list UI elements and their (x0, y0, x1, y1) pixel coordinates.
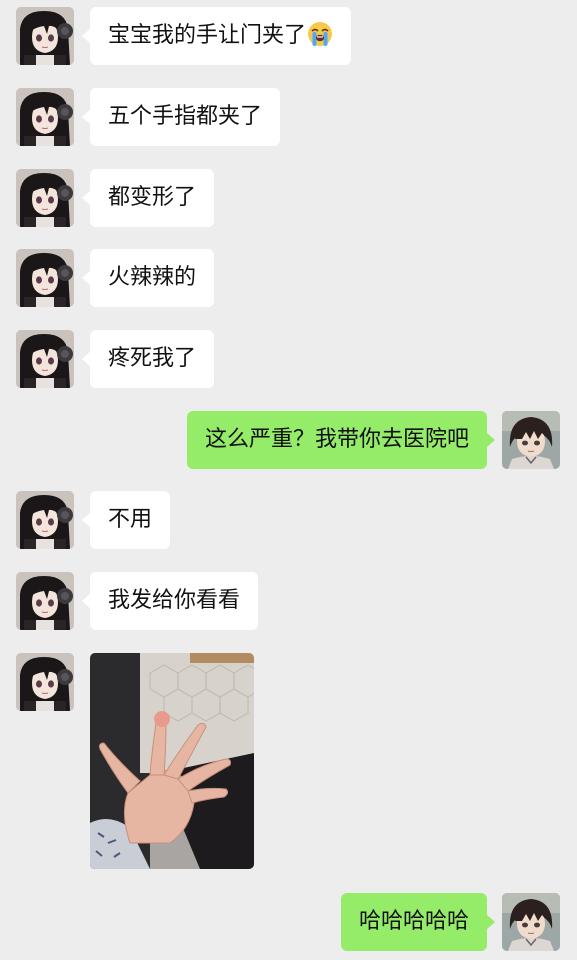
incoming-message-bubble[interactable]: 不用 (81, 491, 171, 549)
girl-avatar-icon (16, 653, 74, 711)
contact-avatar[interactable] (16, 249, 74, 307)
girl-avatar-icon (16, 572, 74, 630)
girl-avatar-icon (16, 88, 74, 146)
boy-avatar-icon (502, 411, 560, 469)
outgoing-message-bubble[interactable]: 哈哈哈哈哈 (340, 893, 496, 951)
message-text: 火辣辣的 (108, 265, 197, 290)
message-text: 都变形了 (108, 185, 197, 210)
my-avatar[interactable] (502, 893, 560, 951)
contact-avatar[interactable] (16, 572, 74, 630)
incoming-message-bubble[interactable]: 疼死我了 (81, 330, 215, 388)
message-text: 五个手指都夹了 (108, 104, 263, 129)
message-text: 我发给你看看 (108, 588, 241, 613)
message-text: 这么严重？我带你去医院吧 (204, 427, 469, 452)
boy-avatar-icon (502, 893, 560, 951)
incoming-message-bubble[interactable]: 五个手指都夹了 (81, 88, 281, 146)
incoming-message-bubble[interactable]: 我发给你看看 (81, 572, 259, 630)
incoming-message-bubble[interactable]: 都变形了 (81, 169, 215, 227)
contact-avatar[interactable] (16, 653, 74, 711)
image-message[interactable] (90, 653, 254, 869)
crying-face-icon (308, 22, 333, 46)
incoming-message-bubble[interactable]: 宝宝我的手让门夹了 (81, 7, 352, 65)
message-text: 宝宝我的手让门夹了 (108, 23, 307, 48)
girl-avatar-icon (16, 169, 74, 227)
incoming-message-bubble[interactable]: 火辣辣的 (81, 249, 215, 307)
girl-avatar-icon (16, 330, 74, 388)
message-text: 疼死我了 (108, 346, 197, 371)
contact-avatar[interactable] (16, 88, 74, 146)
contact-avatar[interactable] (16, 7, 74, 65)
my-avatar[interactable] (502, 411, 560, 469)
contact-avatar[interactable] (16, 491, 74, 549)
contact-avatar[interactable] (16, 330, 74, 388)
message-text: 不用 (108, 507, 153, 532)
chat-window: 宝宝我的手让门夹了 五个手指都夹了 都变形了 火辣辣的 疼死我了 这么严重？我带… (0, 0, 577, 960)
girl-avatar-icon (16, 491, 74, 549)
message-text: 哈哈哈哈哈 (358, 909, 469, 934)
outgoing-message-bubble[interactable]: 这么严重？我带你去医院吧 (186, 411, 496, 469)
contact-avatar[interactable] (16, 169, 74, 227)
hand-photo (90, 653, 254, 869)
girl-avatar-icon (16, 7, 74, 65)
girl-avatar-icon (16, 249, 74, 307)
